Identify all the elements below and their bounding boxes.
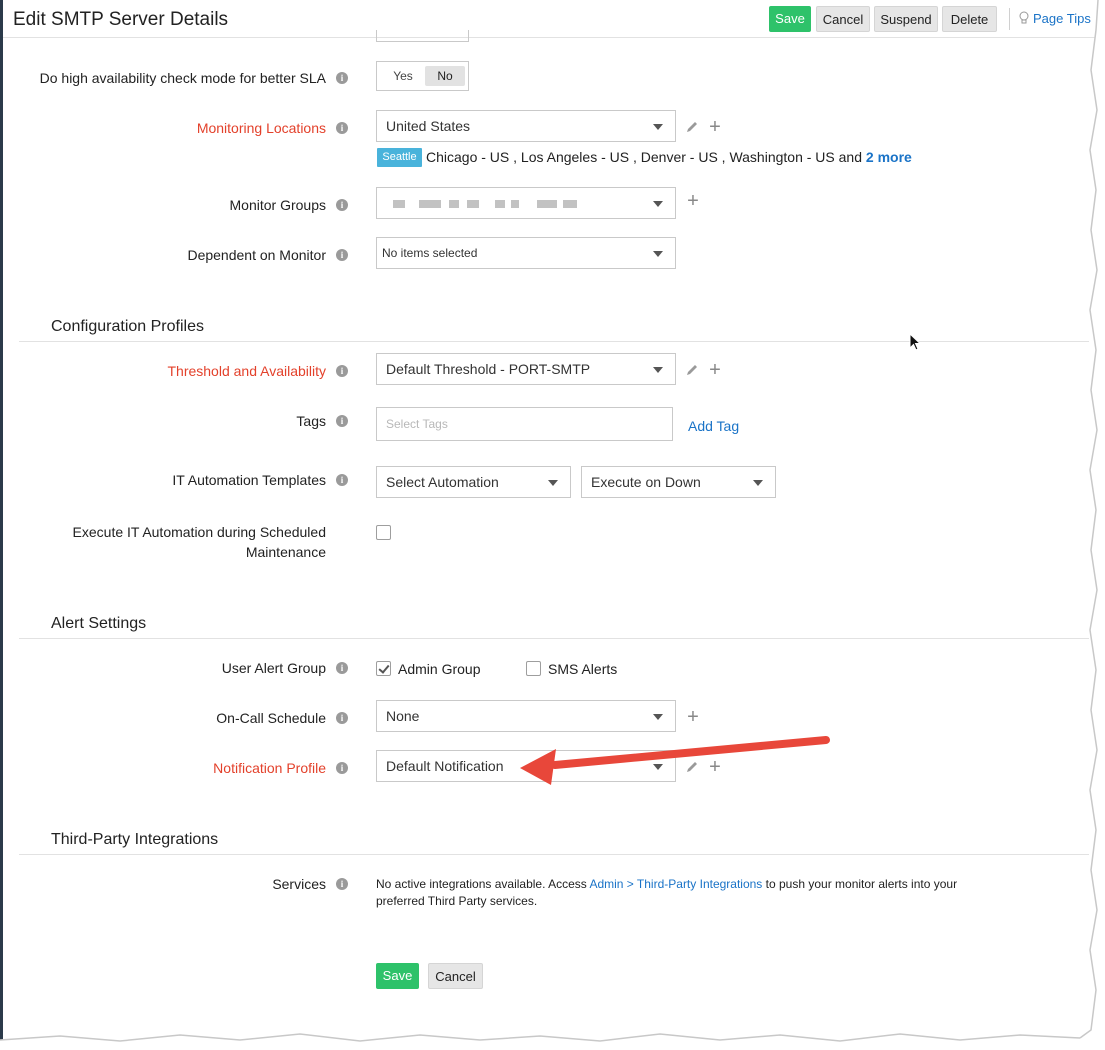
ha-check-label: Do high availability check mode for bett… (39, 70, 326, 86)
save-button[interactable]: Save (769, 6, 811, 32)
threshold-select[interactable]: Default Threshold - PORT-SMTP (376, 353, 676, 385)
execute-maintenance-label-line2: Maintenance (245, 544, 326, 560)
redacted-group-names (383, 192, 601, 214)
page-title: Edit SMTP Server Details (13, 9, 229, 30)
ha-yes-option[interactable]: Yes (383, 66, 423, 86)
secondary-locations-text: Chicago - US , Los Angeles - US , Denver… (426, 149, 912, 165)
previous-field-edge (376, 30, 469, 42)
monitor-groups-label: Monitor Groups (229, 197, 326, 213)
sms-alerts-checkbox[interactable] (526, 661, 541, 676)
info-icon[interactable]: i (336, 762, 348, 774)
dropdown-caret-icon (548, 480, 558, 486)
add-plus-icon[interactable]: + (686, 191, 700, 211)
add-tag-link[interactable]: Add Tag (688, 418, 739, 434)
dependent-monitor-label: Dependent on Monitor (187, 247, 326, 263)
dropdown-caret-icon (653, 124, 663, 130)
info-icon[interactable]: i (336, 72, 348, 84)
it-automation-label: IT Automation Templates (172, 472, 326, 488)
execute-maintenance-checkbox[interactable] (376, 525, 391, 540)
tags-label: Tags (296, 413, 326, 429)
lightbulb-icon (1019, 11, 1029, 24)
footer-save-button[interactable]: Save (376, 963, 419, 989)
page-header: Edit SMTP Server Details Save Cancel Sus… (3, 0, 1098, 38)
cancel-button[interactable]: Cancel (816, 6, 870, 32)
add-plus-icon[interactable]: + (708, 360, 722, 380)
add-plus-icon[interactable]: + (708, 757, 722, 777)
add-plus-icon[interactable]: + (708, 117, 722, 137)
section-divider (19, 341, 1089, 342)
dropdown-caret-icon (653, 714, 663, 720)
page-tips-link[interactable]: Page Tips (1019, 11, 1091, 26)
info-icon[interactable]: i (336, 365, 348, 377)
section-divider (19, 854, 1089, 855)
section-divider (19, 638, 1089, 639)
execute-on-select[interactable]: Execute on Down (581, 466, 776, 498)
user-alert-group-label: User Alert Group (221, 660, 326, 676)
alert-settings-heading: Alert Settings (51, 615, 147, 632)
execute-on-value: Execute on Down (591, 474, 701, 490)
configuration-profiles-heading: Configuration Profiles (51, 318, 204, 335)
admin-group-label: Admin Group (398, 661, 481, 677)
info-icon[interactable]: i (336, 199, 348, 211)
edit-monitor-page: Edit SMTP Server Details Save Cancel Sus… (0, 0, 1098, 1040)
info-icon[interactable]: i (336, 249, 348, 261)
dependent-monitor-select[interactable]: No items selected (376, 237, 676, 269)
info-icon[interactable]: i (336, 415, 348, 427)
header-divider (1009, 8, 1010, 30)
services-description: No active integrations available. Access… (376, 876, 976, 910)
oncall-schedule-select[interactable]: None (376, 700, 676, 732)
dropdown-caret-icon (653, 367, 663, 373)
info-icon[interactable]: i (336, 122, 348, 134)
mouse-cursor-icon (909, 333, 922, 351)
oncall-schedule-value: None (386, 708, 420, 724)
monitoring-locations-value: United States (386, 118, 471, 134)
footer-cancel-button[interactable]: Cancel (428, 963, 483, 989)
page-tips-label: Page Tips (1033, 11, 1091, 26)
services-label: Services (272, 876, 326, 892)
primary-location-chip: Seattle (377, 148, 422, 167)
notification-profile-label: Notification Profile (213, 760, 326, 776)
monitoring-locations-label: Monitoring Locations (196, 120, 326, 136)
dropdown-caret-icon (653, 201, 663, 207)
suspend-button[interactable]: Suspend (874, 6, 938, 32)
ha-check-toggle[interactable]: Yes No (376, 61, 469, 91)
execute-maintenance-label-line1: Execute IT Automation during Scheduled (72, 524, 326, 540)
oncall-schedule-label: On-Call Schedule (216, 710, 326, 726)
secondary-locations-list: Chicago - US , Los Angeles - US , Denver… (426, 149, 866, 165)
notification-profile-value: Default Notification (386, 758, 504, 774)
add-plus-icon[interactable]: + (686, 707, 700, 727)
more-locations-link[interactable]: 2 more (866, 149, 912, 165)
info-icon[interactable]: i (336, 712, 348, 724)
admin-group-checkbox[interactable] (376, 661, 391, 676)
info-icon[interactable]: i (336, 878, 348, 890)
services-text-before: No active integrations available. Access (376, 877, 590, 891)
dropdown-caret-icon (653, 764, 663, 770)
ha-no-option[interactable]: No (425, 66, 465, 86)
edit-pencil-icon[interactable] (685, 120, 699, 134)
execute-maintenance-label: Execute IT Automation during Scheduled M… (73, 522, 326, 562)
automation-value: Select Automation (386, 474, 499, 490)
third-party-integrations-heading: Third-Party Integrations (51, 831, 219, 848)
edit-pencil-icon[interactable] (685, 760, 699, 774)
threshold-value: Default Threshold - PORT-SMTP (386, 361, 591, 377)
info-icon[interactable]: i (336, 474, 348, 486)
notification-profile-select[interactable]: Default Notification (376, 750, 676, 782)
automation-select[interactable]: Select Automation (376, 466, 571, 498)
edit-pencil-icon[interactable] (685, 363, 699, 377)
dependent-monitor-value: No items selected (382, 246, 478, 260)
tags-input[interactable]: Select Tags (376, 407, 673, 441)
sms-alerts-label: SMS Alerts (548, 661, 618, 677)
third-party-integrations-link[interactable]: Admin > Third-Party Integrations (589, 877, 762, 891)
info-icon[interactable]: i (336, 662, 348, 674)
threshold-label: Threshold and Availability (167, 363, 326, 379)
dropdown-caret-icon (753, 480, 763, 486)
dropdown-caret-icon (653, 251, 663, 257)
monitoring-locations-select[interactable]: United States (376, 110, 676, 142)
delete-button[interactable]: Delete (942, 6, 997, 32)
